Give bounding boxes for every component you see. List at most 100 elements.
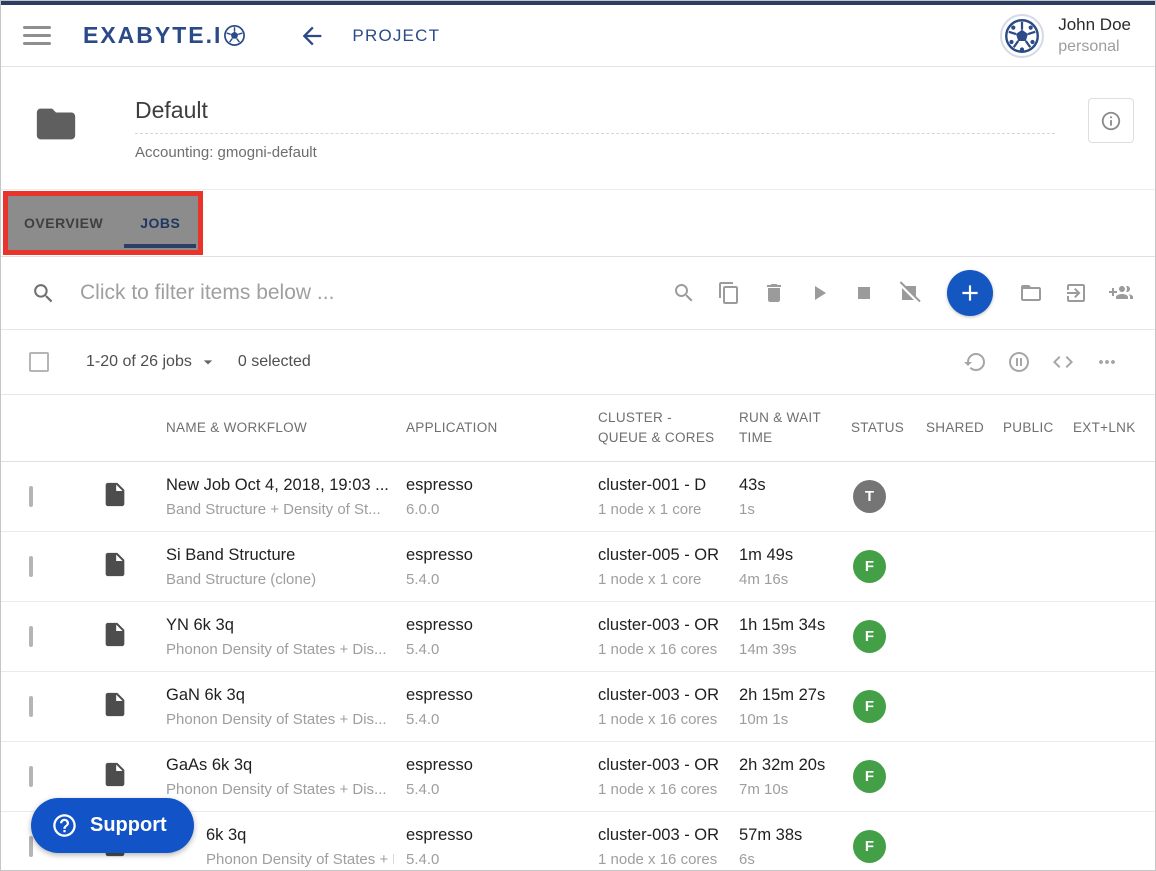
tab-jobs-label: JOBS xyxy=(140,215,180,231)
table-row[interactable]: Si Band Structure Band Structure (clone)… xyxy=(1,532,1155,602)
row-checkbox[interactable] xyxy=(29,766,33,787)
job-name[interactable]: 6k 3q xyxy=(206,826,394,845)
user-info[interactable]: John Doe personal xyxy=(1058,15,1131,56)
column-header-extlnk[interactable]: EXT+LNK xyxy=(1073,418,1155,438)
column-header-shared[interactable]: SHARED xyxy=(926,418,1003,438)
job-application-version: 5.4.0 xyxy=(406,781,586,798)
status-badge[interactable]: F xyxy=(853,760,886,793)
job-run-time: 1m 49s xyxy=(739,546,839,565)
table-row[interactable]: GaN 6k 3q Phonon Density of States + Dis… xyxy=(1,672,1155,742)
tab-jobs[interactable]: JOBS xyxy=(120,196,200,250)
exabyte-logo[interactable]: EXABYTE.I xyxy=(83,22,246,49)
back-arrow-icon[interactable] xyxy=(298,22,326,50)
info-button[interactable] xyxy=(1088,98,1134,143)
job-name[interactable]: YN 6k 3q xyxy=(166,616,394,635)
job-cluster-queue: cluster-003 - OR xyxy=(598,686,727,705)
share-with-users-icon[interactable] xyxy=(1109,281,1133,305)
project-accounting: Accounting: gmogni-default xyxy=(135,144,1055,161)
breadcrumb[interactable]: PROJECT xyxy=(352,26,440,46)
job-wait-time: 6s xyxy=(739,851,839,868)
import-icon[interactable] xyxy=(1064,281,1088,305)
job-run-time: 2h 15m 27s xyxy=(739,686,839,705)
active-tab-indicator xyxy=(124,244,196,248)
question-icon xyxy=(51,812,78,839)
job-cores: 1 node x 16 cores xyxy=(598,641,727,658)
job-file-icon xyxy=(101,758,129,791)
job-cores: 1 node x 16 cores xyxy=(598,851,727,868)
row-checkbox[interactable] xyxy=(29,836,33,857)
job-workflow: Band Structure (clone) xyxy=(166,571,394,588)
project-title[interactable]: Default xyxy=(135,97,1055,134)
job-application: espresso xyxy=(406,546,586,565)
table-row[interactable]: YN 6k 3q Phonon Density of States + Dis.… xyxy=(1,602,1155,672)
status-badge[interactable]: F xyxy=(853,550,886,583)
tab-overview[interactable]: OVERVIEW xyxy=(8,196,120,250)
project-header: Default Accounting: gmogni-default xyxy=(1,67,1155,189)
avatar-soccer-ball-icon xyxy=(1004,18,1040,54)
job-cluster-queue: cluster-005 - OR xyxy=(598,546,727,565)
avatar[interactable] xyxy=(1000,14,1044,58)
job-wait-time: 14m 39s xyxy=(739,641,839,658)
status-badge[interactable]: F xyxy=(853,620,886,653)
column-header-status[interactable]: STATUS xyxy=(851,418,926,438)
menu-icon[interactable] xyxy=(23,21,51,50)
job-cluster-queue: cluster-003 - OR xyxy=(598,616,727,635)
status-badge[interactable]: F xyxy=(853,830,886,863)
job-workflow: Band Structure + Density of St... xyxy=(166,501,394,518)
selected-count-label: 0 selected xyxy=(238,353,311,371)
list-actions xyxy=(963,350,1127,374)
column-header-public[interactable]: PUBLIC xyxy=(1003,418,1073,438)
job-name[interactable]: GaN 6k 3q xyxy=(166,686,394,705)
pagination-dropdown[interactable]: 1-20 of 26 jobs xyxy=(86,352,218,372)
support-button[interactable]: Support xyxy=(31,798,194,853)
column-header-application[interactable]: APPLICATION xyxy=(406,418,598,438)
code-icon[interactable] xyxy=(1051,350,1075,374)
column-header-runtime[interactable]: RUN & WAIT TIME xyxy=(739,408,851,449)
duplicate-icon[interactable] xyxy=(717,281,741,305)
job-workflow: Phonon Density of States + Dis... xyxy=(166,711,394,728)
row-checkbox[interactable] xyxy=(29,626,33,647)
select-all-checkbox[interactable] xyxy=(29,352,49,372)
run-job-icon[interactable] xyxy=(807,281,831,305)
job-application-version: 6.0.0 xyxy=(406,501,586,518)
job-application: espresso xyxy=(406,476,586,495)
move-to-folder-icon[interactable] xyxy=(1019,281,1043,305)
row-checkbox[interactable] xyxy=(29,556,33,577)
table-row[interactable]: New Job Oct 4, 2018, 19:03 ... Band Stru… xyxy=(1,462,1155,532)
delete-icon[interactable] xyxy=(762,281,786,305)
folder-icon xyxy=(29,101,83,147)
chevron-down-icon xyxy=(198,352,218,372)
stop-job-icon[interactable] xyxy=(852,281,876,305)
job-name[interactable]: New Job Oct 4, 2018, 19:03 ... xyxy=(166,476,394,495)
user-name: John Doe xyxy=(1058,15,1131,35)
refresh-icon[interactable] xyxy=(963,350,987,374)
search-jobs-icon[interactable] xyxy=(672,281,696,305)
column-header-name[interactable]: NAME & WORKFLOW xyxy=(166,418,406,438)
column-header-cluster[interactable]: CLUSTER - QUEUE & CORES xyxy=(598,408,739,449)
status-badge[interactable]: F xyxy=(853,690,886,723)
row-checkbox[interactable] xyxy=(29,696,33,717)
filter-input[interactable] xyxy=(80,281,510,305)
job-application-version: 5.4.0 xyxy=(406,711,586,728)
create-job-button[interactable] xyxy=(947,270,993,316)
job-cores: 1 node x 16 cores xyxy=(598,781,727,798)
job-run-time: 1h 15m 34s xyxy=(739,616,839,635)
job-application-version: 5.4.0 xyxy=(406,571,586,588)
job-name[interactable]: Si Band Structure xyxy=(166,546,394,565)
job-name[interactable]: GaAs 6k 3q xyxy=(166,756,394,775)
job-cluster-queue: cluster-003 - OR xyxy=(598,756,727,775)
selection-bar: 1-20 of 26 jobs 0 selected xyxy=(1,330,1155,395)
top-navigation-bar: EXABYTE.I PROJECT John Doe personal xyxy=(1,5,1155,67)
job-file-icon xyxy=(101,478,129,511)
row-checkbox[interactable] xyxy=(29,486,33,507)
job-wait-time: 4m 16s xyxy=(739,571,839,588)
more-icon[interactable] xyxy=(1095,350,1119,374)
pagination-label: 1-20 of 26 jobs xyxy=(86,353,192,371)
status-badge[interactable]: T xyxy=(853,480,886,513)
job-file-icon xyxy=(101,548,129,581)
pause-icon[interactable] xyxy=(1007,350,1031,374)
job-application-version: 5.4.0 xyxy=(406,851,586,868)
job-workflow: Phonon Density of States + Dis... xyxy=(206,851,394,868)
support-label: Support xyxy=(90,814,167,837)
kill-job-icon[interactable] xyxy=(897,281,921,305)
